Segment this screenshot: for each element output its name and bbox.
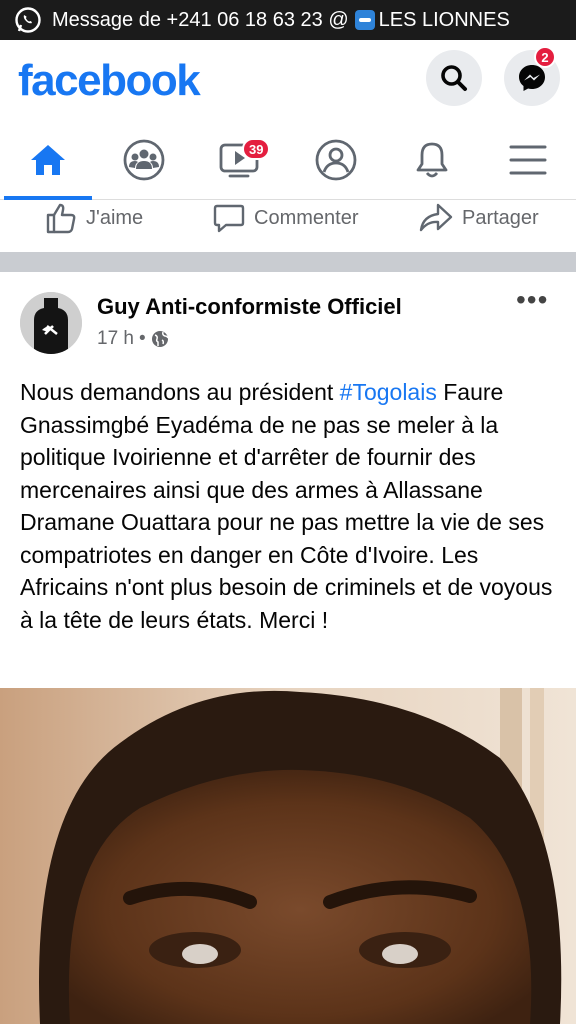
- tab-notifications[interactable]: [384, 120, 480, 200]
- search-icon: [441, 65, 467, 91]
- menu-icon: [509, 145, 547, 175]
- tab-profile[interactable]: [288, 120, 384, 200]
- comment-icon: [213, 204, 245, 233]
- share-icon: [419, 203, 453, 232]
- bell-icon: [416, 142, 448, 178]
- main-nav: 39: [0, 120, 576, 200]
- like-label: J'aime: [86, 206, 144, 229]
- app-header: facebook 2: [0, 40, 576, 120]
- globe-icon: [151, 331, 169, 347]
- feed-separator: [0, 252, 576, 272]
- hashtag-link[interactable]: #Togolais: [340, 379, 437, 405]
- post-text: Nous demandons au président #Togolais Fa…: [20, 376, 565, 636]
- forward-banner: Message de +241 06 18 63 23 @ LES LIONNE…: [0, 0, 576, 40]
- portrait-image: [0, 688, 576, 1024]
- thumbs-up-icon: [46, 203, 76, 234]
- watch-badge: 39: [242, 138, 271, 160]
- comment-label: Commenter: [254, 206, 359, 229]
- comment-button[interactable]: Commenter: [212, 200, 358, 236]
- facebook-logo[interactable]: facebook: [18, 56, 201, 106]
- home-icon: [31, 145, 65, 175]
- meta-separator: •: [138, 328, 146, 349]
- share-button[interactable]: Partager: [418, 200, 539, 236]
- post-photo[interactable]: [0, 688, 576, 1024]
- avatar-image: [20, 292, 82, 354]
- messenger-button[interactable]: 2: [504, 46, 560, 106]
- post-text-start: Nous demandons au président: [20, 379, 340, 405]
- tab-home[interactable]: [0, 120, 96, 200]
- banner-channel: LES LIONNES: [349, 9, 510, 32]
- banner-channel-name: LES LIONNES: [378, 8, 510, 31]
- search-button[interactable]: [426, 50, 482, 106]
- post-author[interactable]: Guy Anti-conformiste Officiel: [97, 294, 402, 320]
- tab-menu[interactable]: [480, 120, 576, 200]
- groups-icon: [123, 139, 165, 181]
- like-button[interactable]: J'aime: [44, 200, 143, 236]
- channel-icon: [354, 10, 375, 30]
- tab-groups[interactable]: [96, 120, 192, 200]
- feed-post: Guy Anti-conformiste Officiel 17 h • •••…: [0, 272, 576, 688]
- post-text-end: Faure Gnassimgbé Eyadéma de ne pas se me…: [20, 379, 553, 633]
- whatsapp-icon: [15, 7, 41, 33]
- post-time[interactable]: 17 h: [97, 328, 134, 350]
- tab-watch[interactable]: 39: [192, 120, 288, 200]
- share-label: Partager: [462, 206, 539, 229]
- avatar[interactable]: [20, 292, 82, 354]
- post-meta: 17 h •: [97, 328, 169, 350]
- previous-post-actions: J'aime Commenter Partager: [0, 200, 576, 252]
- more-options-button[interactable]: •••: [516, 286, 548, 314]
- messenger-badge: 2: [534, 46, 556, 68]
- profile-icon: [315, 139, 357, 181]
- banner-text: Message de +241 06 18 63 23 @: [52, 8, 349, 31]
